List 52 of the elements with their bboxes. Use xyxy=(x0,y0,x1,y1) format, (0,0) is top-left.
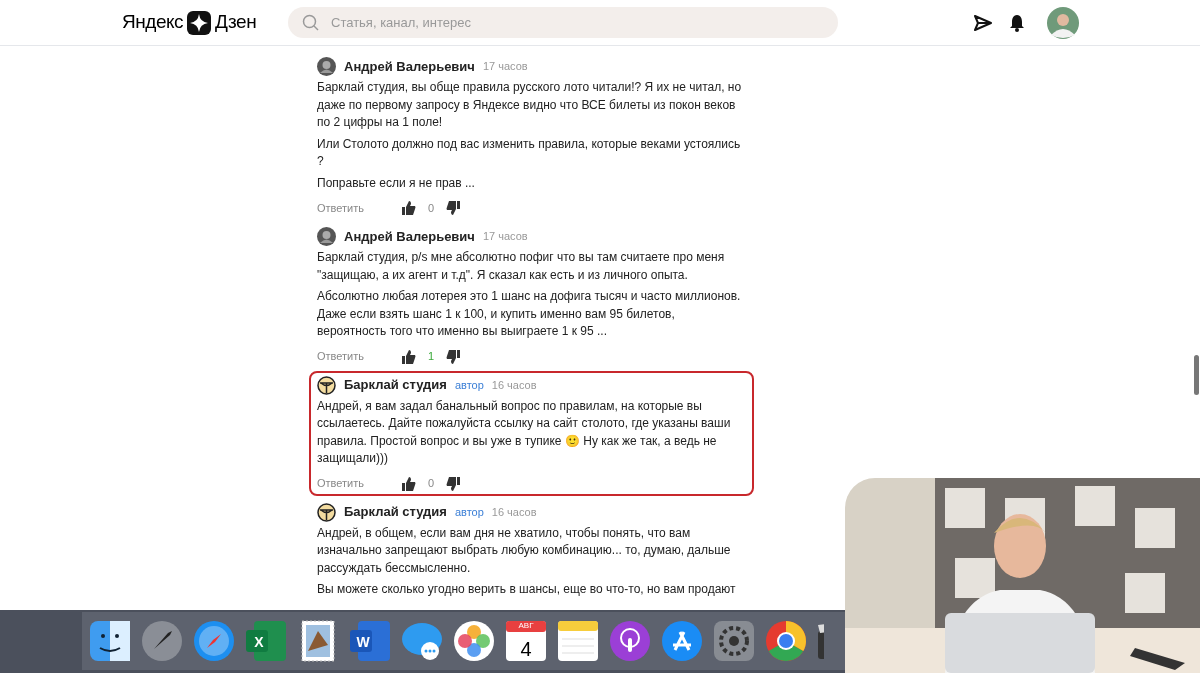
thumbs-up-icon[interactable] xyxy=(402,201,416,215)
calendar-icon[interactable]: АВГ 4 xyxy=(504,619,548,663)
like-count: 1 xyxy=(426,349,436,365)
avatar-icon xyxy=(317,502,336,522)
author-name[interactable]: Барклай студия xyxy=(344,375,447,395)
notepad-icon[interactable] xyxy=(556,619,600,663)
thumbs-down-icon[interactable] xyxy=(446,476,460,491)
thumbs-down-icon[interactable] xyxy=(446,201,460,215)
reply-link[interactable]: Ответить xyxy=(317,199,402,217)
gear-icon[interactable] xyxy=(712,619,756,663)
avatar-icon xyxy=(317,57,336,76)
comment-text: Или Столото должно под вас изменить правила, которые веками устоялись ? xyxy=(317,135,742,170)
thumbs-up-icon[interactable] xyxy=(402,349,416,364)
comment-text: Андрей, я вам задал банальный вопрос по правилам, на которые вы ссылаетесь. Дайте пожалуйста ссылку на сайт столото, где указаны ваши правила. Простой вопрос и вы уже в тупике 🙂 Ну как же так, а ведь не защищали))) xyxy=(317,397,732,467)
avatar-icon[interactable] xyxy=(1047,6,1079,39)
comment-text: Абсолютно любая лотерея это 1 шанс на дофига тысяч и часто миллионов. Даже если взять шанс 1 к 100, и купить именно вам 95 билетов, вероятность того что именно вы выиграете 1 к 95 ... xyxy=(317,288,742,340)
author-label: автор xyxy=(454,504,484,520)
bell-icon[interactable] xyxy=(1009,13,1025,32)
send-icon[interactable] xyxy=(973,13,993,32)
search-icon xyxy=(302,14,320,32)
reply-link[interactable]: Ответить xyxy=(317,475,402,492)
app-store-icon[interactable] xyxy=(660,619,704,663)
search-field[interactable]: Статья, канал, интерес xyxy=(288,7,838,38)
browser-icon[interactable] xyxy=(764,619,808,663)
logo-icon xyxy=(187,10,212,35)
avatar-icon xyxy=(317,375,336,395)
avatar-icon xyxy=(317,227,336,246)
author-label: автор xyxy=(454,377,484,393)
flower-icon[interactable] xyxy=(452,619,496,663)
finder-icon[interactable] xyxy=(88,619,132,663)
like-count: 0 xyxy=(426,200,436,216)
comment-text: Андрей, в общем, если вам дня не хватило, чтобы понять, что вам изначально запрещают выбрать любую комбинацию... то, думаю, дальше рассуждать бессмысленно. xyxy=(317,524,732,577)
author-name[interactable]: Барклай студия xyxy=(344,502,447,522)
author-name[interactable]: Андрей Валерьевич xyxy=(344,226,475,247)
comment-text: Барклай студия, p/s мне абсолютно пофиг что вы там считаете про меня "защищаю, а их агент и т.д". Я сказал как есть и из личного опыта. xyxy=(317,249,726,284)
logo-text: Дзен xyxy=(215,10,257,35)
thumbs-up-icon[interactable] xyxy=(402,476,416,491)
podcast-icon[interactable] xyxy=(608,619,652,663)
comment-text: Поправьте если я не прав ... xyxy=(317,174,476,192)
compass-icon[interactable] xyxy=(192,619,236,663)
comment-time: 17 часов xyxy=(482,59,528,75)
comment-time: 17 часов xyxy=(482,229,528,245)
thumbs-down-icon[interactable] xyxy=(446,349,460,364)
scrollbar-thumb[interactable] xyxy=(1194,355,1199,395)
author-name[interactable]: Андрей Валерьевич xyxy=(344,56,475,77)
comment-text: Вы можете сколько угодно верить в шансы, еще во что-то, но вам продают xyxy=(317,581,737,598)
comment-time: 16 часов xyxy=(491,377,537,393)
comment-text: Барклай студия, вы обще правила русского лото читали!? Я их не читал, но даже по первому запросу в Яндексе видно что ВСЕ билеты из покон веков по 2 цифры на 1 поле! xyxy=(317,79,743,131)
logo-text: Яндекс xyxy=(122,10,184,35)
like-count: 0 xyxy=(426,476,436,492)
reply-link[interactable]: Ответить xyxy=(317,348,402,365)
comment-time: 16 часов xyxy=(491,504,537,520)
